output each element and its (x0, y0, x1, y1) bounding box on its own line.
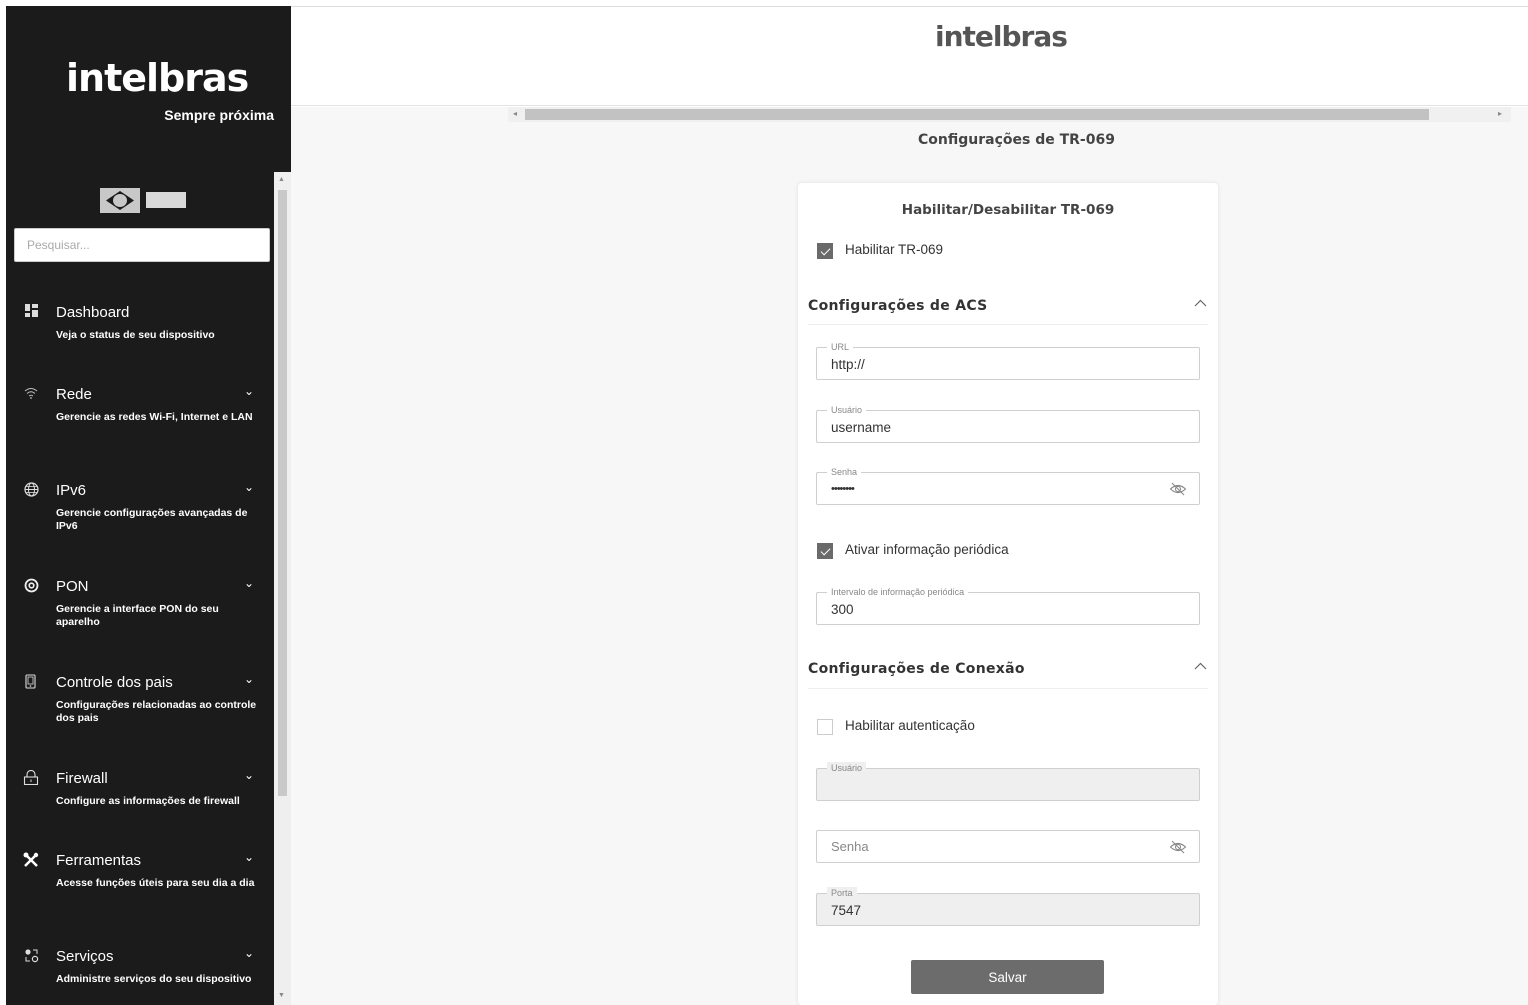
horizontal-scrollbar[interactable]: ◂ ▸ (508, 107, 1511, 122)
acs-password-value: •••••••• (831, 483, 855, 495)
periodic-interval-field[interactable]: Intervalo de informação periódica 300 (816, 586, 1200, 625)
enable-tr069-checkbox[interactable] (817, 243, 833, 259)
enable-auth-checkbox[interactable] (817, 719, 833, 735)
connection-username-label: Usuário (827, 762, 867, 774)
services-icon (22, 948, 40, 966)
connection-username-field[interactable]: Usuário (816, 762, 1200, 801)
lock-icon (22, 769, 40, 788)
globe-icon (22, 482, 40, 500)
scroll-right-icon[interactable]: ▸ (1498, 109, 1502, 118)
periodic-inform-label: Ativar informação periódica (845, 542, 1009, 557)
eye-slash-icon[interactable] (1169, 839, 1187, 855)
sidebar-item-desc: Veja o status de seu dispositivo (56, 329, 215, 341)
connection-port-field[interactable]: Porta 7547 (816, 887, 1200, 926)
eye-slash-icon[interactable] (1169, 481, 1187, 497)
tr069-settings-card: Habilitar/Desabilitar TR-069 Habilitar T… (798, 183, 1218, 1005)
sidebar-item-title: Dashboard (56, 304, 130, 321)
acs-username-value: username (831, 420, 892, 435)
sidebar: intelbras Sempre próxima Dashboard Veja … (6, 6, 291, 1005)
sidebar-item-desc: Acesse funções úteis para seu dia a dia (56, 877, 255, 889)
header-logo: intelbras (935, 20, 1068, 53)
search-input[interactable] (14, 228, 270, 262)
horizontal-scrollbar-thumb[interactable] (525, 109, 1429, 120)
acs-section-title: Configurações de ACS (808, 298, 988, 314)
chevron-down-icon[interactable]: ⌄ (244, 384, 254, 398)
acs-url-value: http:// (831, 357, 865, 372)
language-selector (100, 188, 186, 213)
card-title: Habilitar/Desabilitar TR-069 (901, 202, 1115, 218)
sidebar-item-title: Ferramentas (56, 852, 142, 869)
divider (808, 324, 1208, 325)
save-button[interactable]: Salvar (911, 960, 1104, 994)
top-header: intelbras (291, 6, 1528, 106)
acs-url-label: URL (827, 341, 854, 353)
brand-logo: intelbras (66, 56, 249, 100)
scroll-left-icon[interactable]: ◂ (513, 109, 517, 118)
sidebar-item-desc: Configurações relacionadas ao controle d… (56, 699, 257, 724)
sidebar-scrollbar[interactable]: ▲ ▼ (274, 172, 291, 1005)
collapse-acs-icon[interactable] (1194, 295, 1207, 310)
acs-url-field[interactable]: URL http:// (816, 341, 1200, 380)
flag-brazil-icon[interactable] (100, 188, 140, 213)
chevron-down-icon[interactable]: ⌄ (244, 946, 254, 960)
pon-icon (22, 578, 40, 596)
sidebar-item-desc: Configure as informações de firewall (56, 795, 240, 807)
sidebar-item-title: Serviços (56, 948, 114, 965)
scroll-up-icon[interactable]: ▲ (278, 176, 285, 183)
periodic-interval-label: Intervalo de informação periódica (827, 586, 969, 598)
connection-port-value: 7547 (831, 903, 862, 918)
connection-password-placeholder: Senha (831, 839, 869, 854)
acs-password-field[interactable]: Senha •••••••• (816, 466, 1200, 505)
dashboard-icon (22, 304, 40, 322)
chevron-down-icon[interactable]: ⌄ (244, 480, 254, 494)
sidebar-item-desc: Administre serviços do seu dispositivo (56, 973, 252, 985)
chevron-down-icon[interactable]: ⌄ (244, 850, 254, 864)
enable-auth-label: Habilitar autenticação (845, 718, 975, 733)
scroll-down-icon[interactable]: ▼ (278, 992, 285, 999)
chevron-down-icon[interactable]: ⌄ (244, 768, 254, 782)
tools-icon (22, 852, 40, 870)
sidebar-item-desc: Gerencie configurações avançadas de IPv6 (56, 507, 248, 532)
acs-username-field[interactable]: Usuário username (816, 404, 1200, 443)
connection-section-title: Configurações de Conexão (808, 661, 1025, 677)
sidebar-scrollbar-thumb[interactable] (278, 190, 287, 796)
chevron-down-icon[interactable]: ⌄ (244, 576, 254, 590)
periodic-interval-value: 300 (831, 602, 854, 617)
sidebar-item-title: PON (56, 578, 89, 595)
collapse-connection-icon[interactable] (1194, 658, 1207, 673)
connection-port-label: Porta (827, 887, 857, 899)
acs-username-label: Usuário (827, 404, 867, 416)
sidebar-item-title: Firewall (56, 770, 108, 787)
brand-tagline: Sempre próxima (164, 107, 274, 123)
page-title: Configurações de TR-069 (918, 132, 1115, 148)
acs-password-label: Senha (827, 466, 862, 478)
sidebar-item-desc: Gerencie a interface PON do seu aparelho (56, 603, 219, 628)
chevron-down-icon[interactable]: ⌄ (244, 672, 254, 686)
sidebar-item-title: IPv6 (56, 482, 87, 499)
enable-tr069-label: Habilitar TR-069 (845, 242, 944, 257)
divider (808, 688, 1208, 689)
flag-english-icon[interactable] (146, 192, 186, 208)
parental-control-icon (22, 674, 40, 692)
wifi-icon (22, 386, 40, 404)
page-title-row: Configurações de TR-069 (0, 132, 1528, 152)
connection-password-field[interactable]: Senha (816, 830, 1200, 863)
sidebar-item-title: Rede (56, 386, 92, 403)
periodic-inform-checkbox[interactable] (817, 543, 833, 559)
sidebar-item-title: Controle dos pais (56, 674, 173, 691)
sidebar-item-desc: Gerencie as redes Wi-Fi, Internet e LAN (56, 411, 253, 423)
